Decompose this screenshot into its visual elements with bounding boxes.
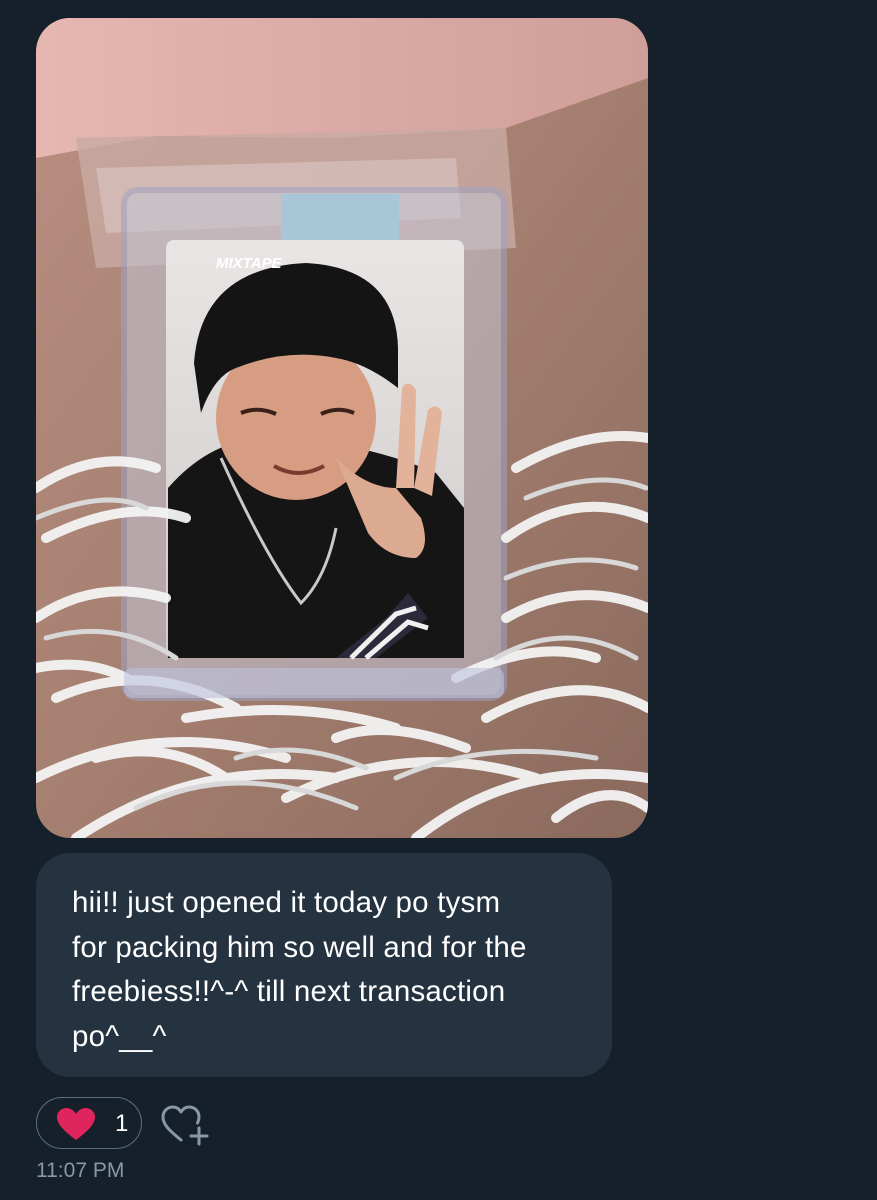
message-photo[interactable]: MIXTAPE [36, 18, 648, 838]
message-text-line: hii!! just opened it today po tysm [72, 886, 501, 919]
dm-conversation: MIXTAPE hii!! just opened it today po ty… [0, 0, 877, 1200]
message-bubble: hii!! just opened it today po tysm for p… [36, 853, 612, 1077]
add-reaction-icon [161, 1105, 209, 1146]
photocard-brand-text: MIXTAPE [216, 255, 283, 272]
message-text-line: freebiess!!^-^ till next transaction [72, 975, 506, 1008]
heart-icon [57, 1108, 95, 1140]
photocard-photo-illustration: MIXTAPE [36, 18, 648, 838]
add-reaction-button[interactable] [159, 1100, 215, 1146]
message-text-line: for packing him so well and for the [72, 930, 527, 964]
message-timestamp: 11:07 PM [36, 1159, 125, 1182]
message-text-line: po^__^ [72, 1019, 167, 1053]
heart-reaction-button[interactable]: 1 [36, 1097, 142, 1149]
reaction-count: 1 [115, 1110, 129, 1137]
